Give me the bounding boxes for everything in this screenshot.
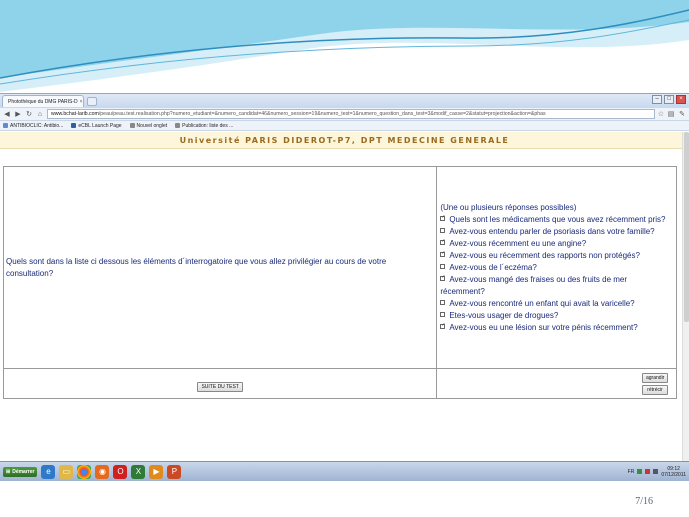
- home-icon[interactable]: ⌂: [36, 111, 44, 118]
- reload-icon[interactable]: ↻: [25, 110, 33, 118]
- next-test-button[interactable]: SUITE DU TEST: [197, 381, 243, 392]
- page-menu-icon[interactable]: ▤: [667, 110, 675, 118]
- answer-option[interactable]: Avez-vous entendu parler de psoriasis da…: [440, 226, 673, 238]
- answer-hint: (Une ou plusieurs réponses possibles): [440, 202, 577, 212]
- answer-options: Quels sont les médicaments que vous avez…: [440, 214, 673, 334]
- browser-window: Photothèque du DMG PARIS-D × – □ × ◀ ▶ ↻…: [0, 93, 689, 483]
- powerpoint-icon[interactable]: P: [167, 464, 182, 479]
- question-table: Quels sont dans la liste ci dessous les …: [2, 166, 677, 399]
- scrollbar-thumb[interactable]: [684, 132, 689, 322]
- maximize-button[interactable]: □: [664, 95, 674, 104]
- answer-option[interactable]: Quels sont les médicaments que vous avez…: [440, 214, 673, 226]
- slide-page-number: 7/16: [635, 496, 653, 507]
- start-button[interactable]: ⊞ Démarrer: [3, 466, 38, 477]
- answer-checkbox[interactable]: [440, 299, 446, 305]
- vertical-scrollbar[interactable]: [682, 132, 689, 462]
- page-content: Université PARIS DIDEROT-P7, DPT MEDECIN…: [0, 132, 689, 462]
- question-text: Quels sont dans la liste ci dessous les …: [2, 166, 438, 369]
- answer-option[interactable]: Avez-vous eu récemment des rapports non …: [440, 250, 673, 262]
- address-bar[interactable]: www.bchat-larib.com/peau/peau.test.reali…: [47, 109, 655, 119]
- bookmark-item[interactable]: Nouvel onglet: [129, 123, 167, 129]
- zoom-buttons-cell: agrandir rétrécir: [436, 368, 677, 399]
- answer-option[interactable]: Avez-vous eu une lésion sur votre pénis …: [440, 322, 673, 334]
- back-icon[interactable]: ◀: [3, 110, 11, 118]
- answer-label: Avez-vous eu récemment des rapports non …: [449, 250, 640, 260]
- answer-label: Avez-vous de l´eczéma?: [449, 262, 537, 272]
- bookmark-icon: [3, 123, 8, 128]
- wrench-icon[interactable]: ✎: [678, 110, 686, 118]
- url-host: www.bchat-larib.com: [51, 111, 99, 117]
- media-player-icon[interactable]: ▶: [149, 464, 164, 479]
- clock-date: 07/12/2011: [661, 471, 686, 478]
- answer-checkbox[interactable]: [440, 311, 446, 317]
- tab-title: Photothèque du DMG PARIS-D: [8, 98, 78, 105]
- answer-checkbox[interactable]: [440, 227, 446, 233]
- answer-label: Avez-vous eu une lésion sur votre pénis …: [449, 322, 638, 332]
- chrome-icon[interactable]: [77, 464, 92, 479]
- bookmark-item[interactable]: Publication: liste des ...: [175, 123, 233, 129]
- windows-taskbar: ⊞ Démarrer e ▭ ◉ O X ▶ P FR 09:12 07/12/2…: [0, 461, 689, 481]
- bookmark-icon: [71, 123, 77, 128]
- clock[interactable]: 09:12 07/12/2011: [661, 466, 686, 478]
- new-tab-button[interactable]: [87, 96, 97, 106]
- answer-label: Avez-vous mangé des fraises ou des fruit…: [440, 274, 628, 296]
- answer-option[interactable]: Avez-vous rencontré un enfant qui avait …: [440, 298, 673, 310]
- windows-logo-icon: ⊞: [6, 468, 11, 475]
- answer-label: Etes-vous usager de drogues?: [449, 310, 559, 320]
- forward-icon[interactable]: ▶: [14, 110, 22, 118]
- browser-titlebar: Photothèque du DMG PARIS-D × – □ ×: [0, 94, 689, 108]
- opera-icon[interactable]: O: [113, 464, 128, 479]
- answer-option[interactable]: Avez-vous récemment eu une angine?: [440, 238, 673, 250]
- close-tab-icon[interactable]: ×: [80, 99, 83, 105]
- window-controls: – □ ×: [652, 95, 686, 104]
- answers-cell: (Une ou plusieurs réponses possibles) Qu…: [436, 166, 677, 369]
- close-window-button[interactable]: ×: [676, 95, 686, 104]
- next-button-cell: SUITE DU TEST: [2, 368, 438, 399]
- answer-checkbox[interactable]: [440, 322, 446, 329]
- answer-label: Quels sont les médicaments que vous avez…: [449, 214, 666, 224]
- ie-icon[interactable]: e: [41, 464, 56, 479]
- bookmark-star-icon[interactable]: ☆: [658, 110, 664, 118]
- folder-icon[interactable]: ▭: [59, 464, 74, 479]
- browser-tab[interactable]: Photothèque du DMG PARIS-D ×: [2, 95, 84, 107]
- answer-checkbox[interactable]: [440, 250, 446, 257]
- answer-checkbox[interactable]: [440, 263, 446, 269]
- navigation-bar: ◀ ▶ ↻ ⌂ www.bchat-larib.com/peau/peau.te…: [0, 108, 689, 121]
- answer-option[interactable]: Avez-vous mangé des fraises ou des fruit…: [440, 274, 673, 298]
- shrink-button[interactable]: rétrécir: [642, 384, 668, 395]
- excel-icon[interactable]: X: [131, 464, 146, 479]
- answer-checkbox[interactable]: [440, 238, 446, 245]
- minimize-button[interactable]: –: [652, 95, 662, 104]
- network-icon[interactable]: [637, 469, 643, 474]
- bookmark-icon: [175, 123, 181, 128]
- answer-label: Avez-vous récemment eu une angine?: [449, 238, 587, 248]
- bookmark-item[interactable]: ANTIBIOCLIC: Antibio...: [3, 123, 63, 129]
- bookmark-item[interactable]: eCBL Launch Page: [71, 123, 122, 129]
- answer-label: Avez-vous entendu parler de psoriasis da…: [449, 226, 655, 236]
- enlarge-button[interactable]: agrandir: [642, 372, 668, 383]
- answer-checkbox[interactable]: [440, 274, 446, 281]
- firefox-icon[interactable]: ◉: [95, 464, 110, 479]
- answer-option[interactable]: Avez-vous de l´eczéma?: [440, 262, 673, 274]
- security-icon[interactable]: [645, 469, 651, 474]
- answer-checkbox[interactable]: [440, 214, 446, 221]
- page-header: Université PARIS DIDEROT-P7, DPT MEDECIN…: [0, 132, 689, 149]
- language-indicator[interactable]: FR: [628, 469, 635, 475]
- url-path: /peau/peau.test.realisation.php?numero_e…: [98, 111, 546, 117]
- slide-header-decoration: [0, 0, 689, 92]
- answer-label: Avez-vous rencontré un enfant qui avait …: [449, 298, 635, 308]
- system-tray: FR 09:12 07/12/2011: [628, 466, 686, 478]
- bookmarks-bar: ANTIBIOCLIC: Antibio... eCBL Launch Page…: [0, 121, 689, 131]
- answer-option[interactable]: Etes-vous usager de drogues?: [440, 310, 673, 322]
- volume-icon[interactable]: [653, 469, 659, 474]
- bookmark-icon: [129, 123, 135, 128]
